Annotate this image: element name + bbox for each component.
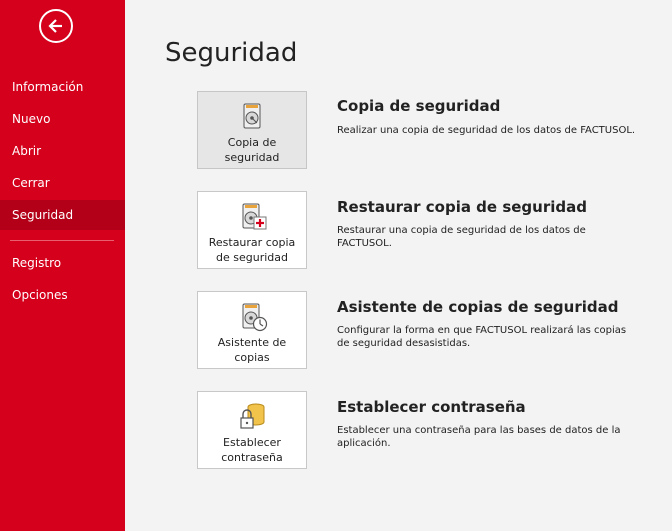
restore-title: Restaurar copia de seguridad	[337, 198, 587, 216]
restore-tile[interactable]: Restaurar copia de seguridad	[197, 191, 307, 269]
restore-disk-icon	[242, 203, 267, 230]
sidebar-divider	[10, 240, 114, 241]
back-arrow-icon	[48, 19, 62, 33]
backup-wizard-tile-label: Asistente de copias	[217, 336, 287, 364]
nav-item-abrir[interactable]: Abrir	[0, 136, 125, 166]
page-title: Seguridad	[165, 38, 298, 68]
nav-item-informacion[interactable]: Información	[0, 72, 125, 102]
set-password-title: Establecer contraseña	[337, 398, 526, 416]
backup-wizard-title: Asistente de copias de seguridad	[337, 298, 619, 316]
set-password-tile-label: Establecer contraseña	[221, 436, 283, 464]
sidebar: Información Nuevo Abrir Cerrar Seguridad…	[0, 0, 125, 531]
restore-description: Restaurar una copia de seguridad de los …	[337, 225, 586, 249]
nav-item-nuevo[interactable]: Nuevo	[0, 104, 125, 134]
backup-title: Copia de seguridad	[337, 97, 501, 115]
backup-wizard-tile[interactable]: Asistente de copias	[197, 291, 307, 369]
backup-tile[interactable]: Copia de seguridad	[197, 91, 307, 169]
nav-item-registro[interactable]: Registro	[0, 248, 125, 278]
nav-item-cerrar[interactable]: Cerrar	[0, 168, 125, 198]
backup-schedule-icon	[242, 303, 268, 332]
set-password-description: Establecer una contraseña para las bases…	[337, 425, 621, 449]
backup-tile-label: Copia de seguridad	[224, 136, 280, 164]
database-lock-icon	[240, 403, 265, 429]
back-button[interactable]	[39, 9, 73, 43]
nav-item-opciones[interactable]: Opciones	[0, 280, 125, 310]
nav-item-seguridad[interactable]: Seguridad	[0, 200, 125, 230]
restore-tile-label: Restaurar copia de seguridad	[208, 236, 296, 264]
set-password-tile[interactable]: Establecer contraseña	[197, 391, 307, 469]
backup-disk-icon	[243, 103, 261, 129]
backup-wizard-description: Configurar la forma en que FACTUSOL real…	[337, 325, 627, 349]
backup-description: Realizar una copia de seguridad de los d…	[337, 125, 636, 136]
